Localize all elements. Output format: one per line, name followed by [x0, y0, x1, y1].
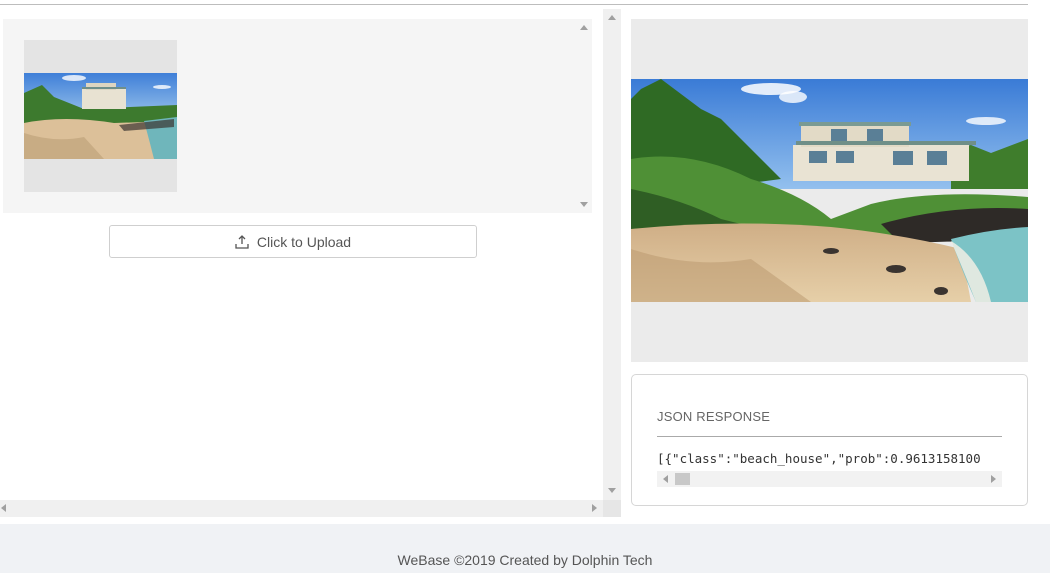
scroll-left-arrow-icon[interactable]: [1, 504, 6, 512]
preview-image: [631, 79, 1028, 302]
footer-copyright: WeBase ©2019 Created by Dolphin Tech: [397, 552, 653, 568]
thumbnail-image[interactable]: [24, 73, 177, 159]
image-preview: [631, 19, 1028, 362]
scroll-right-arrow-icon[interactable]: [991, 475, 996, 483]
json-response-title: JSON RESPONSE: [657, 409, 771, 424]
scroll-down-arrow-icon[interactable]: [580, 202, 588, 207]
upload-pane: Click to Upload: [0, 9, 603, 517]
scroll-down-arrow-icon[interactable]: [608, 488, 616, 493]
thumbnail-list: [3, 19, 592, 213]
thumbnail-card[interactable]: [24, 40, 177, 192]
thumbnail-vertical-scrollbar[interactable]: [576, 19, 592, 213]
json-divider: [657, 436, 1002, 437]
top-divider: [0, 4, 1028, 5]
json-response-card: JSON RESPONSE [{"class":"beach_house","p…: [631, 374, 1028, 506]
horizontal-scrollbar[interactable]: [0, 500, 603, 517]
scroll-right-arrow-icon[interactable]: [592, 504, 597, 512]
json-scroll-thumb[interactable]: [675, 473, 690, 485]
json-horizontal-scrollbar[interactable]: [657, 471, 1002, 487]
scroll-up-arrow-icon[interactable]: [608, 15, 616, 20]
click-to-upload-button[interactable]: Click to Upload: [109, 225, 477, 258]
footer: WeBase ©2019 Created by Dolphin Tech: [0, 524, 1050, 573]
scroll-up-arrow-icon[interactable]: [580, 25, 588, 30]
scrollbar-corner: [603, 500, 621, 517]
pane-vertical-scrollbar[interactable]: [603, 9, 621, 517]
json-response-text: [{"class":"beach_house","prob":0.9613158…: [657, 451, 981, 466]
scroll-left-arrow-icon[interactable]: [663, 475, 668, 483]
upload-button-label: Click to Upload: [256, 233, 352, 250]
upload-icon: [235, 234, 249, 249]
